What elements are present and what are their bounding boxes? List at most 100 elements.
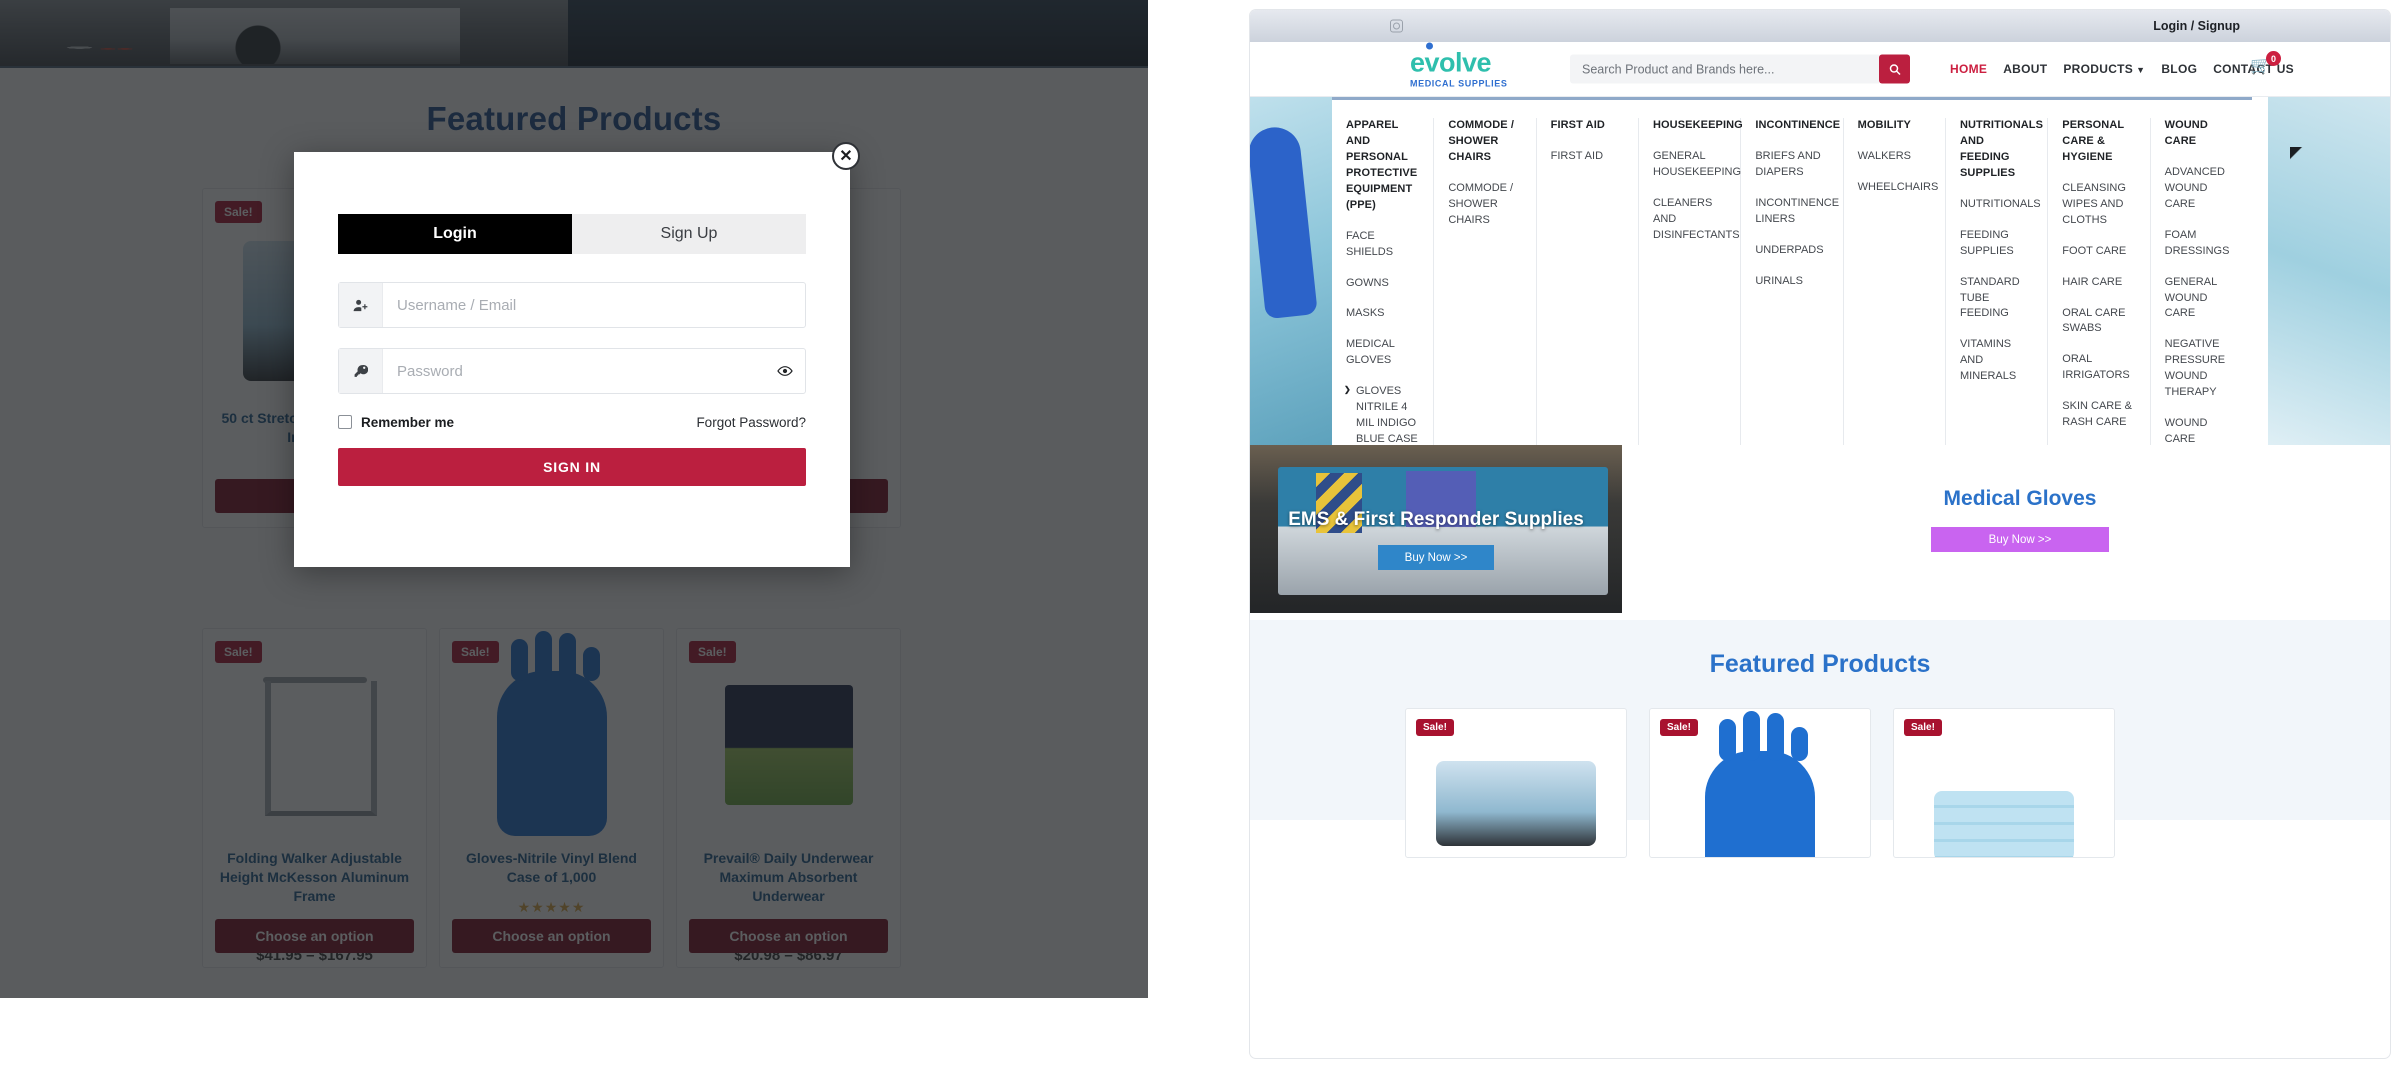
tab-login[interactable]: Login <box>338 214 572 254</box>
left-page-panel: Featured Products Sale! 50 ct Stretch Sh… <box>0 0 1148 1067</box>
featured-products-heading: Featured Products <box>1709 650 1931 678</box>
site-logo[interactable]: evolve MEDICAL SUPPLIES <box>1410 42 1530 89</box>
key-icon <box>339 349 383 393</box>
nav-item-about[interactable]: ABOUT <box>2003 62 2047 76</box>
megamenu-link[interactable]: STANDARD TUBE FEEDING <box>1960 275 2033 323</box>
password-input[interactable] <box>383 349 765 393</box>
megamenu-heading[interactable]: INCONTINENCE <box>1755 118 1840 134</box>
megamenu-link[interactable]: WALKERS <box>1858 149 1931 165</box>
megamenu-heading[interactable]: COMMODE / SHOWER CHAIRS <box>1448 118 1521 166</box>
megamenu-link[interactable]: UNDERPADS <box>1755 243 1828 259</box>
megamenu-link[interactable]: WHEELCHAIRS <box>1858 180 1939 196</box>
remember-me-label: Remember me <box>361 414 455 430</box>
nav-item-products[interactable]: PRODUCTS ▼ <box>2063 62 2145 76</box>
megamenu-link[interactable]: ORAL CARE SWABS <box>2062 306 2135 338</box>
megamenu-sublink[interactable]: GLOVES NITRILE 4 MIL INDIGO BLUE CASE OF… <box>1344 384 1419 445</box>
megamenu-link[interactable]: CLEANERS AND DISINFECTANTS <box>1653 196 1740 244</box>
megamenu-link[interactable]: FIRST AID <box>1551 149 1624 165</box>
logo-dot-icon <box>1426 42 1433 50</box>
eye-icon[interactable] <box>765 363 805 379</box>
site-header: evolve MEDICAL SUPPLIES HOME ABOUT PRODU… <box>1250 42 2390 97</box>
megamenu-link[interactable]: WOUND CARE ACCESSORIES <box>2165 416 2238 445</box>
chevron-down-icon: ▼ <box>2136 65 2146 75</box>
logo-wordmark: evolve <box>1410 42 1530 77</box>
gloves-buy-now-button[interactable]: Buy Now >> <box>1931 527 2109 552</box>
product-card[interactable]: Sale! <box>1649 708 1871 858</box>
megamenu-column-nutritionals: NUTRITIONALS AND FEEDING SUPPLIES NUTRIT… <box>1946 118 2049 445</box>
login-signup-link[interactable]: Login / Signup <box>2153 19 2240 33</box>
megamenu-link[interactable]: FEEDING SUPPLIES <box>1960 228 2033 260</box>
megamenu-link[interactable]: FACE SHIELDS <box>1346 229 1419 261</box>
main-nav: HOME ABOUT PRODUCTS ▼ BLOG CONTACT US <box>1950 62 2294 76</box>
nav-item-products-label: PRODUCTS <box>2063 62 2134 76</box>
megamenu-heading[interactable]: APPAREL AND PERSONAL PROTECTIVE EQUIPMEN… <box>1346 118 1419 214</box>
megamenu-column-commode: COMMODE / SHOWER CHAIRS COMMODE / SHOWER… <box>1434 118 1537 445</box>
megamenu-column-housekeeping: HOUSEKEEPING GENERAL HOUSEKEEPING CLEANE… <box>1639 118 1743 445</box>
cart-button[interactable]: 🛒 0 <box>2250 51 2281 82</box>
password-field-wrapper <box>338 348 806 394</box>
megamenu-link[interactable]: MASKS <box>1346 306 1419 322</box>
megamenu-column-wound-care: WOUND CARE ADVANCED WOUND CARE FOAM DRES… <box>2151 118 2252 445</box>
site-browser-panel: Login / Signup evolve MEDICAL SUPPLIES S… <box>1250 10 2390 1058</box>
remember-me-control[interactable]: Remember me <box>338 415 454 430</box>
search-icon[interactable] <box>1879 54 1910 84</box>
camera-icon <box>1390 19 1403 33</box>
megamenu-link[interactable]: URINALS <box>1755 274 1828 290</box>
megamenu-link[interactable]: NUTRITIONALS <box>1960 197 2041 213</box>
megamenu-link[interactable]: ORAL IRRIGATORS <box>2062 352 2135 384</box>
megamenu-link[interactable]: HAIR CARE <box>2062 275 2135 291</box>
product-card[interactable]: Sale! <box>1405 708 1627 858</box>
megamenu-heading[interactable]: HOUSEKEEPING <box>1653 118 1743 134</box>
megamenu-column-personal-care: PERSONAL CARE & HYGIENE CLEANSING WIPES … <box>2048 118 2151 445</box>
remember-row: Remember me Forgot Password? <box>338 412 806 432</box>
hero-image-right <box>2268 97 2390 445</box>
megamenu-link[interactable]: MEDICAL GLOVES <box>1346 337 1419 369</box>
ems-buy-now-button[interactable]: Buy Now >> <box>1378 545 1494 570</box>
username-field-wrapper <box>338 282 806 328</box>
nav-item-home[interactable]: HOME <box>1950 62 1987 76</box>
megamenu-link[interactable]: GENERAL WOUND CARE <box>2165 275 2238 323</box>
megamenu-link[interactable]: SKIN CARE & RASH CARE <box>2062 399 2135 431</box>
blue-glove-image <box>1650 711 1870 857</box>
face-mask-image <box>1894 751 2114 857</box>
megamenu-link[interactable]: CLEANSING WIPES AND CLOTHS <box>2062 181 2135 229</box>
sign-in-button[interactable]: SIGN IN <box>338 448 806 486</box>
megamenu-heading[interactable]: MOBILITY <box>1858 118 1931 134</box>
screenshot-stage: Featured Products Sale! 50 ct Stretch Sh… <box>0 0 2400 1067</box>
megamenu-link[interactable]: VITAMINS AND MINERALS <box>1960 337 2033 385</box>
search-input[interactable] <box>1570 54 1879 84</box>
megamenu-link[interactable]: FOAM DRESSINGS <box>2165 228 2238 260</box>
close-icon[interactable]: ✕ <box>832 142 860 170</box>
sale-badge: Sale! <box>1904 719 1942 736</box>
forgot-password-link[interactable]: Forgot Password? <box>696 415 806 430</box>
nav-item-blog[interactable]: BLOG <box>2161 62 2197 76</box>
gloves-promo: Medical Gloves Buy Now >> <box>1870 487 2170 552</box>
remember-me-checkbox[interactable] <box>338 415 352 429</box>
featured-products-grid: Sale! Sale! Sale! <box>1405 708 2115 858</box>
megamenu-link[interactable]: BRIEFS AND DIAPERS <box>1755 149 1828 181</box>
utility-topbar: Login / Signup <box>1250 10 2390 42</box>
page-bottom-spacer <box>0 998 1148 1067</box>
megamenu-column-incontinence: INCONTINENCE BRIEFS AND DIAPERS INCONTIN… <box>1741 118 1844 445</box>
gloves-promo-title: Medical Gloves <box>1943 487 2097 510</box>
login-modal: ✕ Login Sign Up Username / Email Remembe… <box>294 142 860 567</box>
megamenu-link[interactable]: GOWNS <box>1346 276 1419 292</box>
megamenu-heading[interactable]: PERSONAL CARE & HYGIENE <box>2062 118 2135 166</box>
megamenu-link[interactable]: COMMODE / SHOWER CHAIRS <box>1448 181 1521 229</box>
megamenu-heading[interactable]: NUTRITIONALS AND FEEDING SUPPLIES <box>1960 118 2043 182</box>
megamenu-link[interactable]: FOOT CARE <box>2062 244 2135 260</box>
promo-row: EMS & First Responder Supplies Buy Now >… <box>1250 445 2390 620</box>
ems-promo-title: EMS & First Responder Supplies <box>1288 509 1584 530</box>
megamenu-heading[interactable]: WOUND CARE <box>2165 118 2238 150</box>
megamenu-link[interactable]: GENERAL HOUSEKEEPING <box>1653 149 1741 181</box>
featured-products-section: Featured Products Sale! Sale! Sale! <box>1250 620 2390 858</box>
username-input[interactable] <box>383 283 805 327</box>
product-card[interactable]: Sale! <box>1893 708 2115 858</box>
megamenu-link[interactable]: NEGATIVE PRESSURE WOUND THERAPY <box>2165 337 2238 401</box>
logo-tagline: MEDICAL SUPPLIES <box>1410 78 1508 89</box>
tab-signup[interactable]: Sign Up <box>572 214 806 254</box>
megamenu-heading[interactable]: FIRST AID <box>1551 118 1624 134</box>
megamenu-link[interactable]: ADVANCED WOUND CARE <box>2165 165 2238 213</box>
ems-promo-banner[interactable]: EMS & First Responder Supplies Buy Now >… <box>1250 445 1622 613</box>
megamenu-link[interactable]: INCONTINENCE LINERS <box>1755 196 1839 228</box>
